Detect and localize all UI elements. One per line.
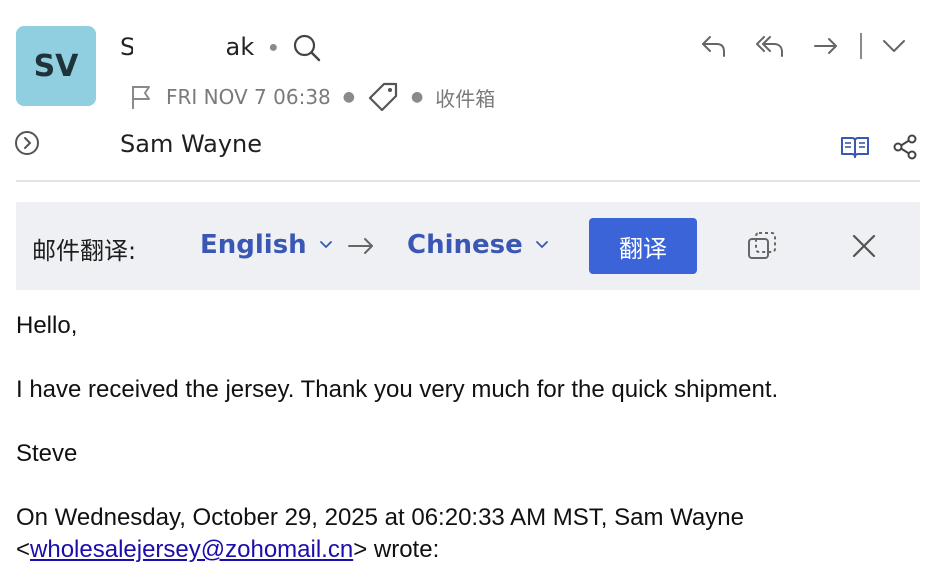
translate-label: 邮件翻译: xyxy=(32,237,137,265)
recipient-name[interactable]: Sam Wayne xyxy=(120,130,262,158)
body-signature: Steve xyxy=(16,440,78,467)
sender-row: Sak ● xyxy=(120,30,322,66)
quote-wrote: > wrote: xyxy=(353,536,440,563)
expand-icon[interactable] xyxy=(14,130,40,156)
reply-all-icon[interactable] xyxy=(752,28,788,64)
chevron-down-icon[interactable] xyxy=(876,28,912,64)
quote-email-link[interactable]: wholesalejersey@zohomail.cn xyxy=(30,536,353,563)
copy-icon[interactable] xyxy=(746,230,778,262)
search-icon[interactable] xyxy=(292,33,322,63)
sender-name-redaction xyxy=(133,33,228,63)
forward-icon[interactable] xyxy=(808,28,844,64)
separator-dot: ● xyxy=(410,89,424,105)
quote-open-bracket: < xyxy=(16,536,31,563)
quote-header: On Wednesday, October 29, 2025 at 06:20:… xyxy=(16,504,744,531)
translate-bar: 邮件翻译: English Chinese 翻译 xyxy=(16,202,920,290)
tag-icon[interactable] xyxy=(367,81,399,113)
folder-label[interactable]: 收件箱 xyxy=(435,83,495,112)
close-icon[interactable] xyxy=(850,232,878,260)
header-divider xyxy=(16,180,920,182)
share-icon[interactable] xyxy=(890,132,920,162)
toolbar-divider xyxy=(860,33,862,59)
separator-dot: ● xyxy=(268,39,279,56)
source-language-select[interactable]: English xyxy=(200,230,333,260)
quote-sender-line: <wholesalejersey@zohomail.cn> wrote: xyxy=(16,534,439,566)
avatar: SV xyxy=(16,26,96,106)
chevron-down-icon xyxy=(319,241,332,248)
meta-row: FRI NOV 7 06:38 ● ● 收件箱 xyxy=(130,80,495,114)
sender-name-end: ak xyxy=(225,33,255,61)
recipient-actions xyxy=(820,132,920,162)
message-actions xyxy=(676,28,912,64)
sender-name[interactable]: Sak xyxy=(120,33,254,63)
chevron-down-icon xyxy=(535,241,548,248)
source-language: English xyxy=(200,230,307,260)
recipient-row: Sam Wayne xyxy=(14,126,920,168)
email-date: FRI NOV 7 06:38 xyxy=(166,85,331,109)
arrow-right-icon xyxy=(346,232,376,265)
body-paragraph: I have received the jersey. Thank you ve… xyxy=(16,376,779,403)
flag-icon[interactable] xyxy=(130,84,152,110)
target-language-select[interactable]: Chinese xyxy=(407,230,549,260)
separator-dot: ● xyxy=(342,89,355,105)
target-language: Chinese xyxy=(407,230,523,260)
body-greeting: Hello, xyxy=(16,312,78,339)
reading-mode-icon[interactable] xyxy=(840,132,870,162)
reply-icon[interactable] xyxy=(696,28,732,64)
translate-button[interactable]: 翻译 xyxy=(589,218,697,274)
avatar-initials: SV xyxy=(33,48,79,84)
